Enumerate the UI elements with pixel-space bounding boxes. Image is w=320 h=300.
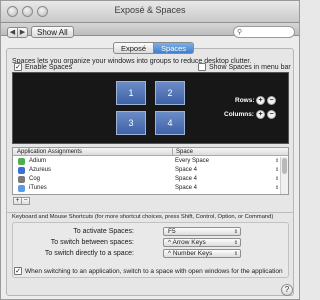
show-menu-bar-label: Show Spaces in menu bar xyxy=(209,64,291,71)
adium-icon xyxy=(18,158,25,165)
app-name: Cog xyxy=(29,176,41,182)
switch-app-label: When switching to an application, switch… xyxy=(25,268,283,275)
direct-value: ^ Number Keys xyxy=(168,250,213,257)
table-header: Application Assignments Space xyxy=(13,148,288,156)
tab-spaces[interactable]: Spaces xyxy=(154,42,195,54)
between-select[interactable]: ^ Arrow Keys ⇕ xyxy=(163,238,241,247)
table-row[interactable]: iTunes Space 4 ⇕ xyxy=(13,184,280,193)
col-app-header[interactable]: Application Assignments xyxy=(17,148,82,156)
show-all-button[interactable]: Show All xyxy=(31,26,74,38)
forward-button[interactable]: ▶ xyxy=(17,27,28,38)
chevron-updown-icon: ⇕ xyxy=(275,185,280,191)
nav-buttons: ◀ ▶ xyxy=(7,27,29,38)
activate-value: F5 xyxy=(168,228,176,235)
search-input[interactable]: ⚲ xyxy=(233,26,295,38)
direct-select[interactable]: ^ Number Keys ⇕ xyxy=(163,249,241,258)
enable-spaces-label: Enable Spaces xyxy=(25,64,73,71)
table-scrollbar[interactable] xyxy=(280,157,288,194)
tab-expose[interactable]: Exposé xyxy=(113,42,155,54)
activate-label: To activate Spaces: xyxy=(73,228,134,235)
activate-select[interactable]: F5 ⇕ xyxy=(163,227,241,236)
search-icon: ⚲ xyxy=(237,29,243,36)
section-divider xyxy=(6,212,294,213)
table-row[interactable]: Adium Every Space ⇕ xyxy=(13,157,280,166)
space-tile-3[interactable]: 3 xyxy=(116,111,146,135)
chevron-updown-icon: ⇕ xyxy=(275,167,280,173)
chevron-updown-icon: ⇕ xyxy=(233,240,238,246)
table-row[interactable]: Cog Space 4 ⇕ xyxy=(13,175,280,184)
chevron-updown-icon: ⇕ xyxy=(275,158,280,164)
app-space-select[interactable]: Every Space xyxy=(175,157,209,166)
remove-row-button[interactable]: − xyxy=(267,96,276,105)
app-space-select[interactable]: Space 4 xyxy=(175,184,197,193)
app-name: Adium xyxy=(29,158,47,164)
app-name: Azureus xyxy=(29,167,52,173)
enable-spaces-row[interactable]: ✓ Enable Spaces xyxy=(14,63,72,72)
window-title: Exposé & Spaces xyxy=(114,5,186,15)
app-space-select[interactable]: Space 4 xyxy=(175,175,197,184)
activate-row: To activate Spaces: F5 ⇕ xyxy=(13,227,290,237)
scrollbar-thumb[interactable] xyxy=(282,158,287,174)
space-tile-2[interactable]: 2 xyxy=(155,81,185,105)
space-tile-1[interactable]: 1 xyxy=(116,81,146,105)
between-label: To switch between spaces: xyxy=(50,239,134,246)
azureus-icon xyxy=(18,167,25,174)
rows-label: Rows: xyxy=(235,97,255,104)
col-space-header[interactable]: Space xyxy=(176,148,193,156)
add-row-button[interactable]: + xyxy=(256,96,265,105)
chevron-updown-icon: ⇕ xyxy=(233,229,238,235)
switch-app-row[interactable]: ✓ When switching to an application, switc… xyxy=(14,267,283,276)
table-row[interactable]: Azureus Space 4 ⇕ xyxy=(13,166,280,175)
chevron-updown-icon: ⇕ xyxy=(275,176,280,182)
help-button[interactable]: ? xyxy=(281,284,293,296)
app-assignments-table: Application Assignments Space Adium Ever… xyxy=(12,147,289,195)
switch-app-checkbox[interactable]: ✓ xyxy=(14,267,22,276)
chevron-updown-icon: ⇕ xyxy=(233,251,238,257)
app-space-select[interactable]: Space 4 xyxy=(175,166,197,175)
direct-label: To switch directly to a space: xyxy=(44,250,134,257)
spaces-grid: 1 2 3 4 Rows: + − Columns: + − xyxy=(12,72,289,144)
cog-icon xyxy=(18,176,25,183)
between-row: To switch between spaces: ^ Arrow Keys ⇕ xyxy=(13,238,290,248)
shortcuts-heading: Keyboard and Mouse Shortcuts (for more s… xyxy=(12,214,274,220)
app-name: iTunes xyxy=(29,185,47,191)
enable-spaces-checkbox[interactable]: ✓ xyxy=(14,63,22,72)
direct-row: To switch directly to a space: ^ Number … xyxy=(13,249,290,259)
show-menu-bar-checkbox[interactable] xyxy=(198,63,206,72)
menu-bar-row[interactable]: Show Spaces in menu bar xyxy=(198,63,291,72)
preferences-window: Exposé & Spaces ◀ ▶ Show All ⚲ Exposé Sp… xyxy=(0,0,300,300)
space-tile-4[interactable]: 4 xyxy=(155,111,185,135)
add-column-button[interactable]: + xyxy=(256,110,265,119)
title-bar[interactable]: Exposé & Spaces xyxy=(1,1,299,23)
tab-bar: Exposé Spaces xyxy=(113,42,195,54)
between-value: ^ Arrow Keys xyxy=(168,239,206,246)
column-divider xyxy=(172,148,173,156)
itunes-icon xyxy=(18,185,25,192)
remove-column-button[interactable]: − xyxy=(267,110,276,119)
columns-label: Columns: xyxy=(224,111,254,118)
remove-assignment-button[interactable]: − xyxy=(21,197,30,205)
